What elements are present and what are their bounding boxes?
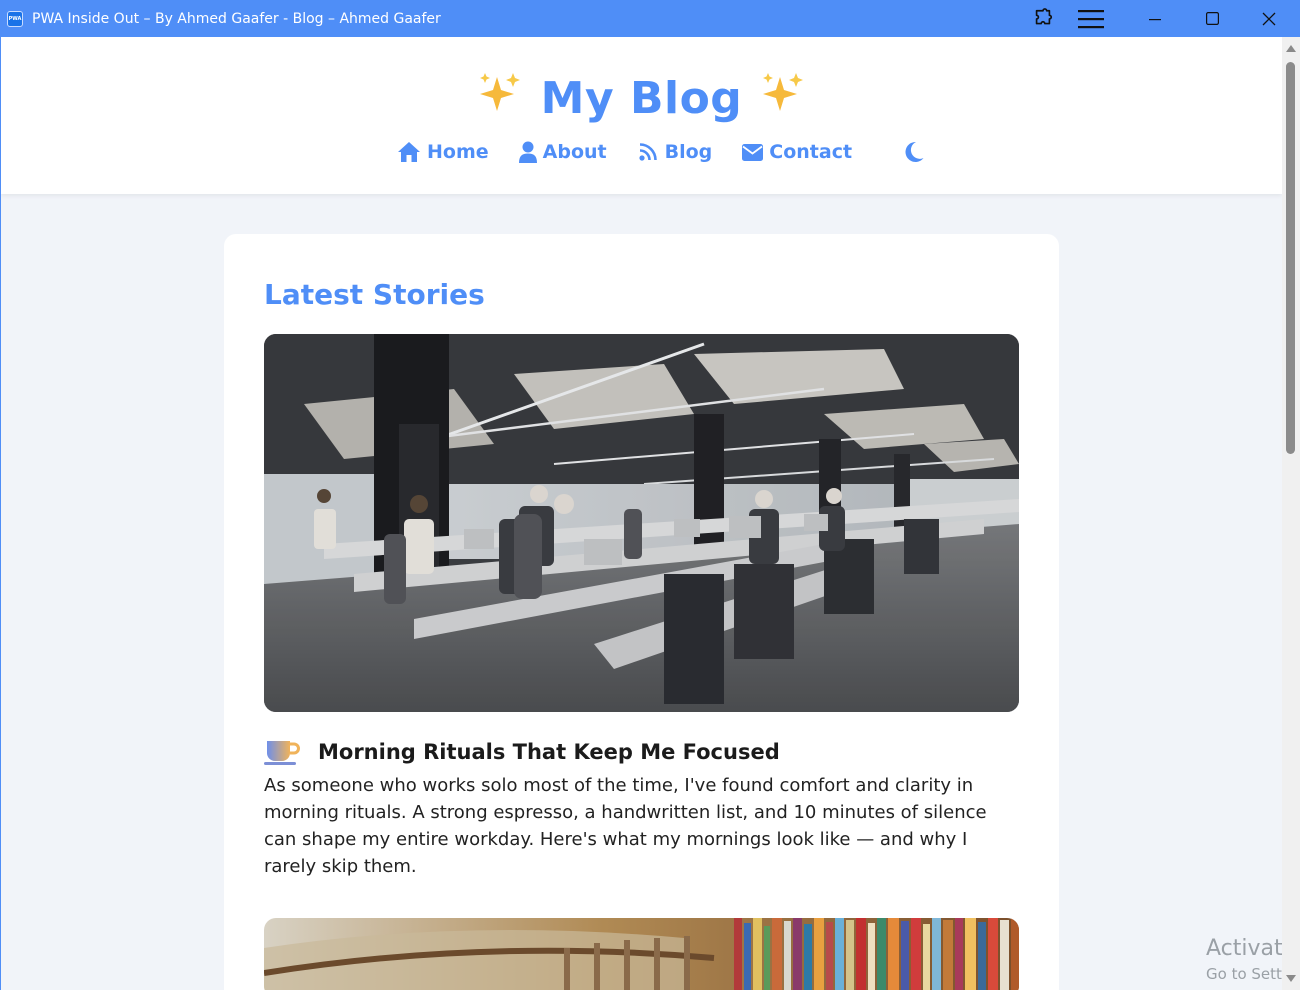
post-image[interactable] (264, 334, 1019, 712)
window-titlebar: PWA PWA Inside Out – By Ahmed Gaafer - B… (0, 0, 1300, 37)
watermark-line1: Activate (1206, 936, 1282, 961)
vertical-scrollbar[interactable] (1282, 37, 1300, 990)
scroll-down-arrow-icon[interactable] (1286, 975, 1296, 982)
nav-contact[interactable]: Contact (742, 141, 852, 163)
nav-blog-label: Blog (664, 141, 713, 163)
post-image[interactable] (264, 918, 1019, 990)
scrollbar-thumb[interactable] (1286, 62, 1295, 454)
page-viewport: My Blog Home About Blog Contact Latest S… (0, 37, 1282, 990)
minimize-icon[interactable] (1132, 0, 1178, 37)
nav-home[interactable]: Home (397, 141, 489, 163)
envelope-icon (742, 143, 764, 161)
nav-blog[interactable]: Blog (637, 141, 713, 163)
user-icon (518, 141, 537, 163)
site-title-text: My Blog (540, 73, 743, 124)
watermark-line2: Go to Settin (1206, 965, 1282, 983)
post-excerpt: As someone who works solo most of the ti… (264, 775, 987, 877)
home-icon (398, 142, 420, 162)
stories-card: Latest Stories Morning Rituals That Keep… (224, 234, 1059, 990)
sparkles-icon (760, 71, 806, 124)
nav-home-label: Home (427, 141, 489, 163)
nav-about[interactable]: About (518, 141, 607, 163)
section-title: Latest Stories (264, 278, 485, 311)
sparkles-icon (477, 71, 523, 124)
windows-activation-watermark: Activate Go to Settin (1206, 935, 1282, 985)
maximize-icon[interactable] (1189, 0, 1235, 37)
close-icon[interactable] (1246, 0, 1292, 37)
main-nav: Home About Blog Contact (397, 137, 924, 167)
post-title[interactable]: Morning Rituals That Keep Me Focused (318, 740, 780, 764)
window-title: PWA Inside Out – By Ahmed Gaafer - Blog … (32, 10, 441, 27)
coffee-cup-icon (264, 739, 300, 765)
site-header: My Blog Home About Blog Contact (1, 37, 1282, 194)
post-heading: Morning Rituals That Keep Me Focused (264, 739, 780, 765)
nav-about-label: About (542, 141, 607, 163)
site-title[interactable]: My Blog (1, 71, 1282, 128)
scroll-up-arrow-icon[interactable] (1286, 45, 1296, 52)
nav-contact-label: Contact (769, 141, 853, 163)
moon-icon (905, 141, 924, 162)
rss-icon (639, 143, 657, 161)
app-icon: PWA (7, 10, 23, 27)
extensions-icon[interactable] (1020, 0, 1066, 37)
theme-toggle-button[interactable] (904, 141, 924, 163)
menu-icon[interactable] (1068, 0, 1114, 37)
